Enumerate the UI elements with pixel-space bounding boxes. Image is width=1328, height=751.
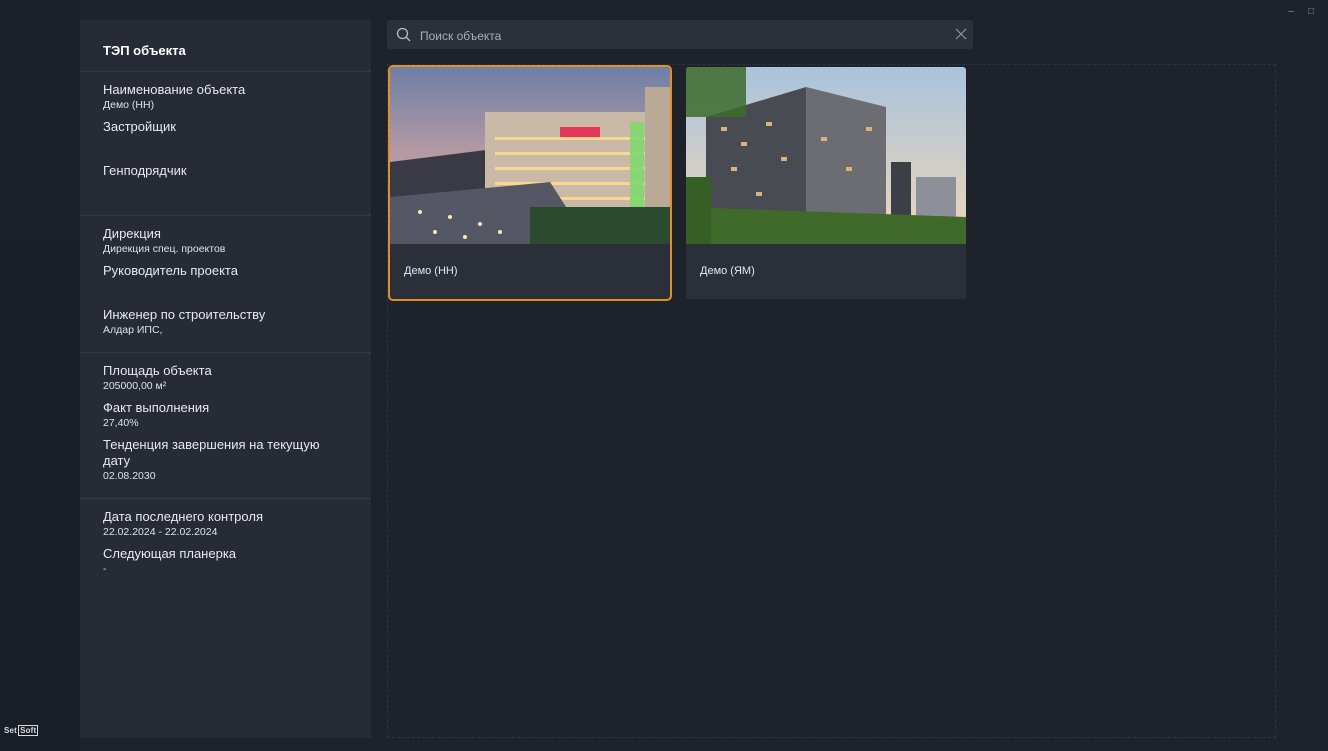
field-label: Факт выполнения bbox=[103, 400, 210, 415]
field-progress: Факт выполнения 27,40% bbox=[103, 400, 371, 431]
field-developer: Застройщик bbox=[103, 119, 371, 157]
window-controls: – □ bbox=[1288, 6, 1314, 17]
object-card-label: Демо (НН) bbox=[404, 265, 458, 277]
panel-title: ТЭП объекта bbox=[80, 20, 371, 72]
logo-text-soft: Soft bbox=[18, 725, 39, 736]
close-icon[interactable] bbox=[954, 27, 968, 41]
field-directorate: Дирекция Дирекция спец. проектов bbox=[103, 226, 371, 257]
search-input[interactable] bbox=[418, 20, 942, 51]
field-value bbox=[103, 179, 371, 194]
info-section-management: Дирекция Дирекция спец. проектов Руковод… bbox=[80, 216, 371, 353]
setsoft-logo: Set Soft bbox=[4, 725, 39, 736]
object-card[interactable]: Демо (ЯМ) bbox=[686, 67, 966, 299]
field-label: Инженер по строительству bbox=[103, 307, 266, 322]
field-label: Дирекция bbox=[103, 226, 161, 241]
search-bar[interactable] bbox=[387, 20, 973, 51]
field-label: Наименование объекта bbox=[103, 82, 246, 97]
field-label: Застройщик bbox=[103, 119, 176, 134]
object-photo-image bbox=[390, 67, 670, 244]
field-value: Демо (НН) bbox=[103, 99, 155, 111]
field-value: Дирекция спец. проектов bbox=[103, 243, 226, 255]
info-section-general: Наименование объекта Демо (НН) Застройщи… bbox=[80, 72, 371, 216]
field-general-contractor: Генподрядчик bbox=[103, 163, 371, 201]
field-construction-engineer: Инженер по строительству Алдар ИПС, bbox=[103, 307, 371, 338]
field-value: 27,40% bbox=[103, 417, 139, 429]
minimize-button[interactable]: – bbox=[1288, 6, 1294, 17]
field-label: Генподрядчик bbox=[103, 163, 187, 178]
field-label: Тенденция завершения на текущую дату bbox=[103, 437, 320, 468]
field-project-manager: Руководитель проекта bbox=[103, 263, 371, 301]
field-next-meeting: Следующая планерка - bbox=[103, 546, 371, 577]
field-value: 02.08.2030 bbox=[103, 470, 156, 482]
field-area: Площадь объекта 205000,00 м² bbox=[103, 363, 371, 394]
field-last-control: Дата последнего контроля 22.02.2024 - 22… bbox=[103, 509, 371, 540]
field-label: Площадь объекта bbox=[103, 363, 212, 378]
field-value: 205000,00 м² bbox=[103, 380, 167, 392]
objects-grid: Демо (НН) Демо (ЯМ) bbox=[387, 64, 1276, 738]
object-photo-image bbox=[686, 67, 966, 244]
field-completion-trend: Тенденция завершения на текущую дату 02.… bbox=[103, 437, 371, 484]
field-label: Руководитель проекта bbox=[103, 263, 238, 278]
object-card-label: Демо (ЯМ) bbox=[700, 265, 755, 277]
info-section-control: Дата последнего контроля 22.02.2024 - 22… bbox=[80, 499, 371, 591]
object-info-panel: ТЭП объекта Наименование объекта Демо (Н… bbox=[80, 20, 371, 738]
object-card[interactable]: Демо (НН) bbox=[388, 65, 672, 301]
field-value bbox=[103, 279, 371, 294]
field-object-name: Наименование объекта Демо (НН) bbox=[103, 82, 371, 113]
field-label: Дата последнего контроля bbox=[103, 509, 263, 524]
info-section-metrics: Площадь объекта 205000,00 м² Факт выполн… bbox=[80, 353, 371, 499]
field-label: Следующая планерка bbox=[103, 546, 237, 561]
field-value: 22.02.2024 - 22.02.2024 bbox=[103, 526, 218, 538]
field-value bbox=[103, 135, 371, 150]
logo-text-set: Set bbox=[4, 726, 18, 735]
maximize-button[interactable]: □ bbox=[1308, 6, 1314, 17]
field-value: - bbox=[103, 563, 107, 575]
field-value: Алдар ИПС, bbox=[103, 324, 163, 336]
left-rail: Set Soft bbox=[0, 0, 80, 751]
search-icon bbox=[396, 27, 411, 42]
